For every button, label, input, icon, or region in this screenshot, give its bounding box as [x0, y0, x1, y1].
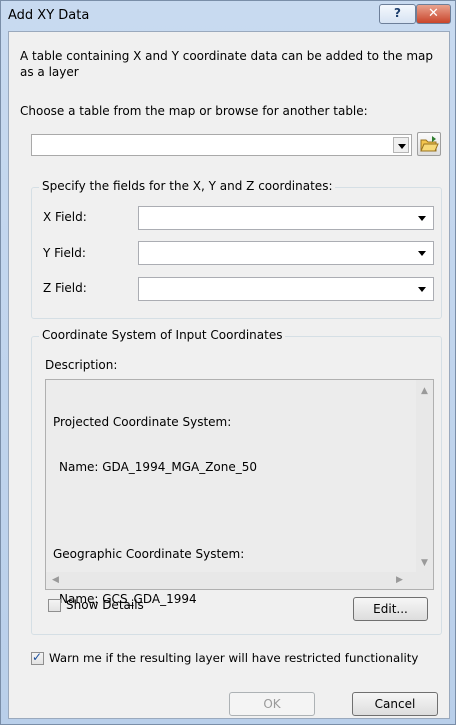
- geographic-heading: Geographic Coordinate System:: [53, 547, 245, 561]
- description-box[interactable]: Projected Coordinate System: Name: GDA_1…: [45, 379, 434, 606]
- show-details-checkbox[interactable]: [48, 599, 61, 612]
- browse-folder-button[interactable]: [417, 132, 441, 156]
- intro-text: A table containing X and Y coordinate da…: [20, 49, 433, 79]
- scroll-up-icon[interactable]: ▲: [421, 386, 428, 396]
- y-field-dropdown[interactable]: [138, 241, 434, 265]
- chevron-down-icon[interactable]: [393, 137, 409, 153]
- scroll-right-icon[interactable]: ▶: [396, 575, 403, 585]
- show-details-label: Show Details: [66, 598, 144, 612]
- horizontal-scrollbar[interactable]: ◀ ▶: [46, 572, 433, 589]
- title-bar: Add XY Data ? ✕: [1, 1, 455, 31]
- close-button[interactable]: ✕: [416, 4, 451, 24]
- projected-heading: Projected Coordinate System:: [53, 415, 232, 429]
- x-field-dropdown[interactable]: [138, 206, 434, 230]
- y-field-label: Y Field:: [43, 246, 86, 260]
- coord-system-title: Coordinate System of Input Coordinates: [39, 328, 286, 342]
- description-label: Description:: [45, 358, 118, 372]
- z-field-label: Z Field:: [43, 281, 87, 295]
- projected-name: Name: GDA_1994_MGA_Zone_50: [59, 460, 258, 474]
- scroll-left-icon[interactable]: ◀: [52, 575, 59, 585]
- scroll-down-icon[interactable]: ▼: [421, 558, 428, 568]
- window-title: Add XY Data: [8, 8, 90, 23]
- fields-group-title: Specify the fields for the X, Y and Z co…: [39, 179, 336, 193]
- help-button[interactable]: ?: [379, 4, 416, 24]
- z-field-dropdown[interactable]: [138, 277, 434, 301]
- x-field-label: X Field:: [43, 210, 87, 224]
- ok-button[interactable]: OK: [229, 692, 315, 716]
- vertical-scrollbar[interactable]: ▲ ▼: [416, 380, 433, 573]
- table-chooser-label: Choose a table from the map or browse fo…: [20, 104, 368, 118]
- warn-checkbox[interactable]: [31, 650, 44, 665]
- warn-label: Warn me if the resulting layer will have…: [49, 651, 419, 665]
- open-folder-icon: [420, 136, 439, 152]
- table-combo[interactable]: [31, 134, 412, 156]
- edit-button[interactable]: Edit...: [353, 597, 428, 621]
- cancel-button[interactable]: Cancel: [352, 692, 438, 716]
